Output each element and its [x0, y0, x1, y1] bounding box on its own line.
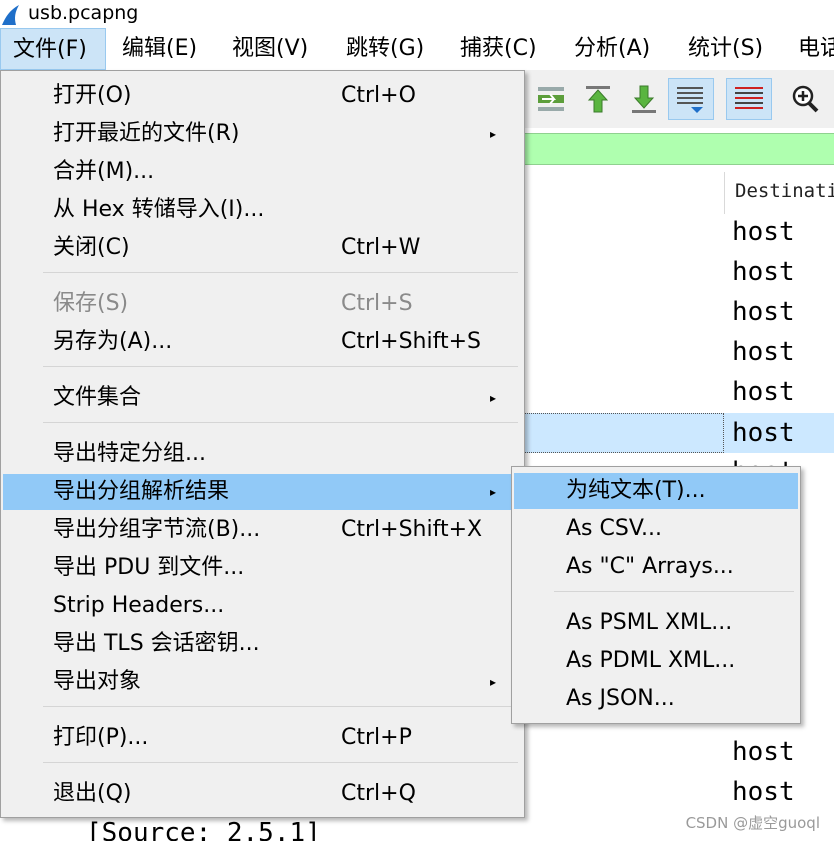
wireshark-fin-icon: [2, 5, 19, 25]
menu-file[interactable]: 文件(F): [0, 28, 106, 70]
menu-item-close[interactable]: 关闭(C) Ctrl+W: [3, 230, 522, 266]
submenu-item-csv[interactable]: As CSV...: [514, 511, 798, 547]
menu-item-file-set[interactable]: 文件集合 ▸: [3, 380, 522, 416]
menu-analyze[interactable]: 分析(A): [574, 28, 650, 70]
menu-telephony[interactable]: 电话: [798, 28, 834, 70]
menu-capture[interactable]: 捕获(C): [460, 28, 537, 70]
watermark: CSDN @虚空guoql: [685, 814, 820, 832]
menu-go[interactable]: 跳转(G): [346, 28, 424, 70]
menu-bar: 文件(F) 编辑(E) 视图(V) 跳转(G) 捕获(C) 分析(A) 统计(S…: [0, 28, 834, 70]
menu-item-export-bytes[interactable]: 导出分组字节流(B)... Ctrl+Shift+X: [3, 512, 522, 548]
menu-item-strip-headers[interactable]: Strip Headers...: [3, 588, 522, 624]
colorize-icon: [735, 87, 763, 109]
last-packet-icon: [632, 85, 656, 113]
packet-detail-line: [Source: 2.5.1]: [86, 818, 321, 841]
submenu-arrow-icon: ▸: [489, 675, 496, 689]
cell-destination: host: [732, 337, 795, 367]
menu-item-open[interactable]: 打开(O) Ctrl+O: [3, 78, 522, 114]
submenu-item-psml-xml[interactable]: As PSML XML...: [514, 605, 798, 641]
menu-item-import-hex[interactable]: 从 Hex 转储导入(I)...: [3, 192, 522, 228]
first-packet-button[interactable]: [578, 78, 618, 120]
submenu-item-plain-text[interactable]: 为纯文本(T)...: [514, 473, 798, 509]
colorize-button[interactable]: [726, 78, 772, 120]
main-toolbar: [524, 70, 834, 128]
cell-destination: host: [732, 777, 795, 802]
menu-item-export-objects[interactable]: 导出对象 ▸: [3, 664, 522, 700]
zoom-in-icon: [792, 85, 819, 113]
menu-item-save-as[interactable]: 另存为(A)... Ctrl+Shift+S: [3, 324, 522, 360]
menu-separator: [43, 706, 518, 707]
menu-item-merge[interactable]: 合并(M)...: [3, 154, 522, 190]
submenu-item-json[interactable]: As JSON...: [514, 681, 798, 717]
submenu-arrow-icon: ▸: [489, 127, 496, 141]
column-header-destination[interactable]: Destination: [724, 172, 834, 214]
submenu-arrow-icon: ▸: [489, 485, 496, 499]
autoscroll-button[interactable]: [668, 78, 714, 120]
menu-statistics[interactable]: 统计(S): [688, 28, 763, 70]
row-focus-outline: [524, 413, 724, 453]
menu-separator: [43, 366, 518, 367]
menu-separator: [554, 591, 794, 592]
menu-separator: [43, 422, 518, 423]
window-title: usb.pcapng: [28, 2, 139, 24]
cell-destination: host: [732, 737, 795, 767]
menu-separator: [43, 762, 518, 763]
menu-item-export-tls-keys[interactable]: 导出 TLS 会话密钥...: [3, 626, 522, 662]
menu-item-export-specified[interactable]: 导出特定分组...: [3, 436, 522, 472]
cell-destination: host: [732, 297, 795, 327]
menu-separator: [43, 272, 518, 273]
last-packet-button[interactable]: [624, 78, 664, 120]
first-packet-icon: [586, 86, 610, 113]
submenu-item-c-arrays[interactable]: As "C" Arrays...: [514, 549, 798, 585]
zoom-in-button[interactable]: [786, 78, 826, 120]
display-filter-input[interactable]: [524, 133, 834, 165]
file-menu: 打开(O) Ctrl+O 打开最近的文件(R) ▸ 合并(M)... 从 Hex…: [0, 70, 525, 818]
submenu-arrow-icon: ▸: [489, 391, 496, 405]
cell-destination: host: [732, 217, 795, 247]
menu-item-quit[interactable]: 退出(Q) Ctrl+Q: [3, 776, 522, 812]
menu-edit[interactable]: 编辑(E): [122, 28, 197, 70]
menu-view[interactable]: 视图(V): [232, 28, 308, 70]
menu-item-open-recent[interactable]: 打开最近的文件(R) ▸: [3, 116, 522, 152]
cell-destination: host: [732, 257, 795, 287]
title-bar: usb.pcapng: [0, 0, 834, 28]
autoscroll-icon: [677, 87, 703, 113]
cell-destination: host: [732, 418, 795, 448]
submenu-item-pdml-xml[interactable]: As PDML XML...: [514, 643, 798, 679]
menu-item-export-pdu[interactable]: 导出 PDU 到文件...: [3, 550, 522, 586]
goto-packet-button[interactable]: [532, 78, 572, 120]
menu-item-save[interactable]: 保存(S) Ctrl+S: [3, 286, 522, 322]
menu-item-print[interactable]: 打印(P)... Ctrl+P: [3, 720, 522, 756]
goto-packet-icon: [538, 87, 564, 111]
menu-item-export-dissections[interactable]: 导出分组解析结果 ▸: [3, 474, 522, 510]
export-dissections-submenu: 为纯文本(T)... As CSV... As "C" Arrays... As…: [511, 466, 801, 724]
cell-destination: host: [732, 377, 795, 407]
